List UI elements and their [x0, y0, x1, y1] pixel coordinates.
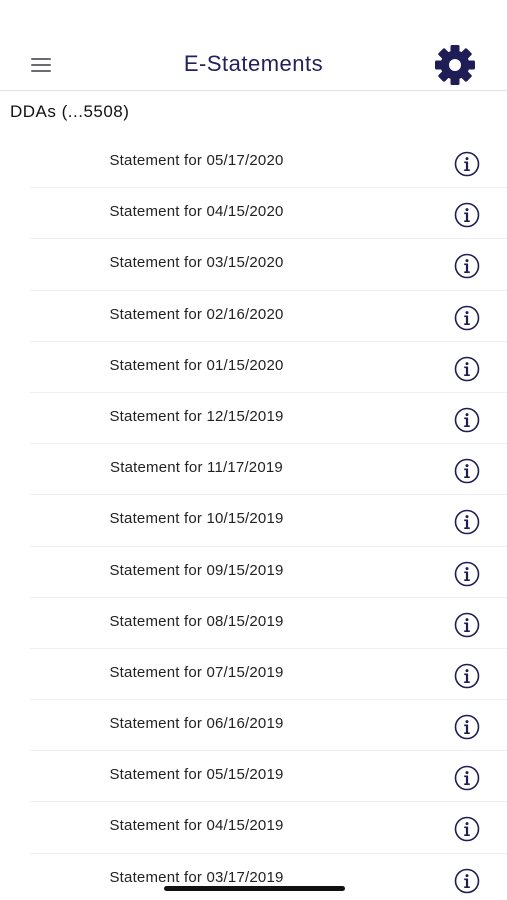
statement-label: Statement for 05/15/2019 [109, 766, 284, 784]
statement-row[interactable]: Statement for 11/17/2019 [30, 444, 507, 496]
info-icon[interactable] [454, 663, 480, 689]
statement-label: Statement for 01/15/2020 [109, 356, 284, 374]
statement-label: Statement for 04/15/2020 [109, 203, 284, 221]
statement-label: Statement for 03/15/2020 [109, 254, 284, 272]
statement-row[interactable]: Statement for 04/15/2020 [30, 188, 507, 240]
account-header: DDAs (...5508) [10, 102, 130, 121]
info-icon[interactable] [454, 458, 480, 484]
statement-label: Statement for 07/15/2019 [109, 663, 284, 681]
info-icon[interactable] [454, 561, 480, 587]
estatements-screen: E-Statements DDAs (...5508) Statement fo… [0, 0, 507, 900]
info-icon[interactable] [454, 765, 480, 791]
statement-label: Statement for 06/16/2019 [109, 715, 284, 733]
statement-label: Statement for 09/15/2019 [109, 561, 284, 579]
statement-label: Statement for 08/15/2019 [109, 612, 284, 630]
statement-row[interactable]: Statement for 10/15/2019 [30, 495, 507, 547]
statement-label: Statement for 10/15/2019 [109, 510, 284, 528]
home-indicator [164, 886, 345, 891]
info-icon[interactable] [454, 816, 480, 842]
info-icon[interactable] [454, 868, 480, 894]
info-icon[interactable] [454, 356, 480, 382]
statement-label: Statement for 11/17/2019 [110, 459, 283, 477]
info-icon[interactable] [454, 253, 480, 279]
statement-row[interactable]: Statement for 05/17/2020 [30, 137, 507, 189]
statement-row[interactable]: Statement for 06/16/2019 [30, 700, 507, 752]
statement-label: Statement for 12/15/2019 [109, 407, 284, 425]
statement-row[interactable]: Statement for 04/15/2019 [30, 802, 507, 854]
statement-list: Statement for 05/17/2020 Statement for 04… [0, 137, 507, 900]
statement-label: Statement for 03/17/2019 [109, 868, 284, 886]
statement-row[interactable]: Statement for 07/15/2019 [30, 649, 507, 701]
statement-row[interactable]: Statement for 03/15/2020 [30, 239, 507, 291]
statement-row[interactable]: Statement for 08/15/2019 [30, 598, 507, 649]
info-icon[interactable] [454, 509, 480, 535]
statement-row[interactable]: Statement for 01/15/2020 [30, 342, 507, 393]
statement-row[interactable]: Statement for 03/17/2019 [30, 854, 507, 900]
nav-bar: E-Statements [0, 38, 507, 91]
statement-row[interactable]: Statement for 02/16/2020 [30, 291, 507, 342]
info-icon[interactable] [454, 202, 480, 228]
info-icon[interactable] [454, 151, 480, 177]
statement-row[interactable]: Statement for 12/15/2019 [30, 393, 507, 445]
info-icon[interactable] [454, 714, 480, 740]
info-icon[interactable] [454, 305, 480, 331]
statement-label: Statement for 04/15/2019 [109, 817, 284, 835]
gear-icon[interactable] [431, 45, 479, 85]
statement-label: Statement for 02/16/2020 [109, 305, 284, 323]
info-icon[interactable] [454, 612, 480, 638]
statement-row[interactable]: Statement for 09/15/2019 [30, 547, 507, 598]
info-icon[interactable] [454, 407, 480, 433]
statement-label: Statement for 05/17/2020 [109, 152, 284, 169]
statement-row[interactable]: Statement for 05/15/2019 [30, 751, 507, 803]
